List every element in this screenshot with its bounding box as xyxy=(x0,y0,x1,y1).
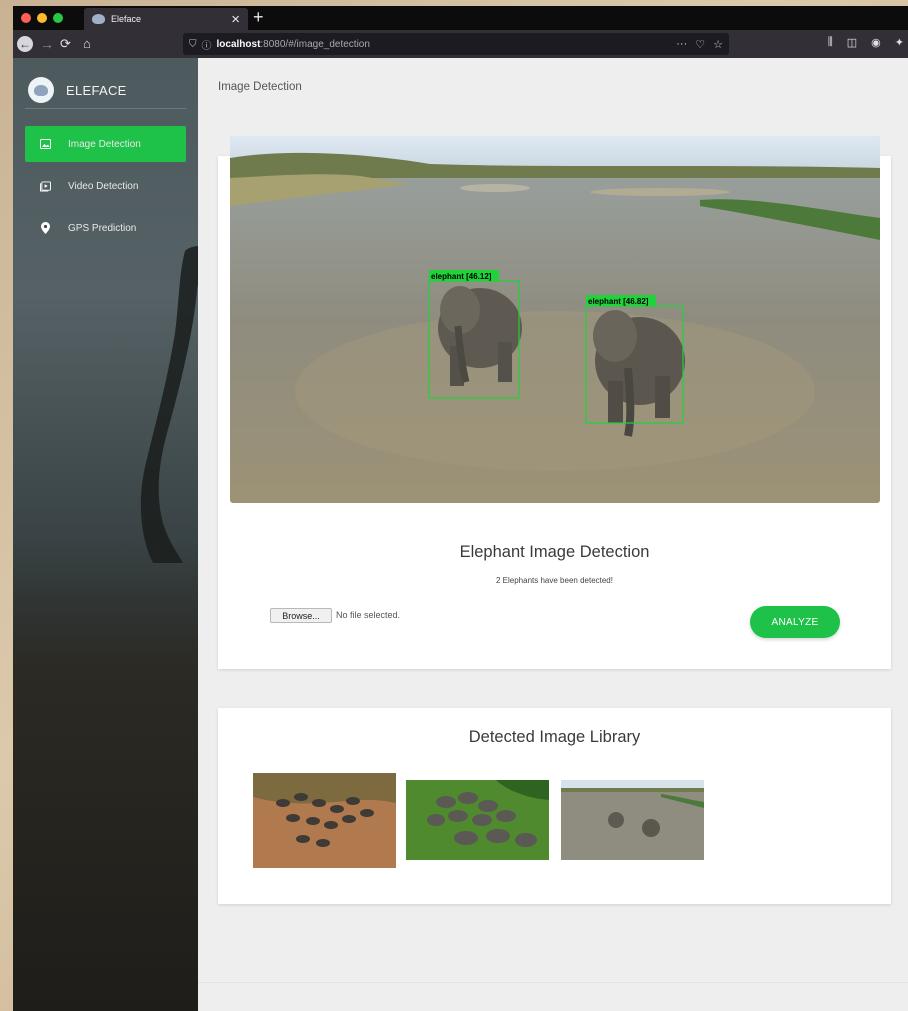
library-image-3[interactable] xyxy=(561,780,704,860)
sidebar-item-label: Image Detection xyxy=(68,138,141,150)
sidebar-nav: Image Detection Video Detection GPS Pred… xyxy=(13,126,198,246)
sidebar-divider xyxy=(25,108,186,109)
image-icon xyxy=(40,139,51,150)
analyze-button[interactable]: ANALYZE xyxy=(750,606,840,638)
brand[interactable]: ELEFACE xyxy=(13,58,198,108)
browse-file-button[interactable]: Browse... xyxy=(270,608,332,623)
page-actions-icon[interactable]: ··· xyxy=(676,38,687,51)
browser-tab[interactable]: Eleface × xyxy=(84,8,248,30)
sidebar-item-label: GPS Prediction xyxy=(68,222,137,234)
url-host: localhost xyxy=(216,38,261,50)
main-content: Image Detection Elephant Image Detection… xyxy=(198,58,908,1011)
new-tab-button[interactable]: + xyxy=(253,7,264,27)
browser-window: Eleface × + ← → ⟳ ⌂ ⛉ ⓘ localhost :8080/… xyxy=(13,6,908,1011)
tab-title: Eleface xyxy=(111,14,142,24)
url-path: :8080/#/image_detection xyxy=(260,38,370,50)
shield-icon[interactable]: ⛉ xyxy=(189,39,197,50)
reload-icon[interactable]: ⟳ xyxy=(60,35,71,53)
sidebar-item-video-detection[interactable]: Video Detection xyxy=(25,168,186,204)
image-library-card: Detected Image Library xyxy=(218,708,891,904)
home-icon[interactable]: ⌂ xyxy=(83,35,91,53)
extension-icon[interactable]: ✦ xyxy=(895,36,904,49)
pocket-icon[interactable]: ♡ xyxy=(695,38,705,51)
library-image-2[interactable] xyxy=(406,780,549,860)
page-title: Image Detection xyxy=(218,81,302,93)
detection-label-1: elephant [46.12] xyxy=(431,272,492,281)
elephant-logo-icon xyxy=(28,77,54,103)
toolbar-right: ⫼ ◫ ◉ ✦ xyxy=(828,36,904,49)
account-icon[interactable]: ◉ xyxy=(871,36,881,49)
sidebar: ELEFACE Image Detection Video Detection xyxy=(13,58,198,1011)
back-arrow-icon[interactable]: ← xyxy=(17,36,33,52)
video-icon xyxy=(40,180,51,192)
sidebar-item-label: Video Detection xyxy=(68,180,139,192)
tab-strip: Eleface × + xyxy=(13,6,908,30)
app-body: ELEFACE Image Detection Video Detection xyxy=(13,58,908,1011)
location-pin-icon xyxy=(40,222,51,234)
minimize-window-button[interactable] xyxy=(37,13,47,23)
maximize-window-button[interactable] xyxy=(53,13,63,23)
forward-arrow-icon[interactable]: → xyxy=(40,35,54,53)
sidebar-item-gps-prediction[interactable]: GPS Prediction xyxy=(25,210,186,246)
detection-result-image: elephant [46.12] elephant [46.82] xyxy=(230,136,880,503)
bookmark-star-icon[interactable]: ☆ xyxy=(713,38,723,51)
info-icon[interactable]: ⓘ xyxy=(202,37,212,52)
detection-label-2: elephant [46.82] xyxy=(588,297,649,306)
url-bar[interactable]: ⛉ ⓘ localhost :8080/#/image_detection ··… xyxy=(183,33,729,55)
window-controls xyxy=(21,13,63,23)
footer-divider xyxy=(198,982,908,983)
tab-close-icon[interactable]: × xyxy=(231,12,240,27)
library-title: Detected Image Library xyxy=(468,728,641,746)
library-icon[interactable]: ⫼ xyxy=(828,36,833,49)
detection-result-text: 2 Elephants have been detected! xyxy=(496,576,613,585)
ostrich-silhouette-image xyxy=(140,246,198,563)
library-image-1[interactable] xyxy=(253,773,396,868)
close-window-button[interactable] xyxy=(21,13,31,23)
navigation-bar: ← → ⟳ ⌂ ⛉ ⓘ localhost :8080/#/image_dete… xyxy=(13,30,908,58)
elephant-favicon-icon xyxy=(92,14,105,24)
brand-name: ELEFACE xyxy=(66,82,127,98)
sidebar-toggle-icon[interactable]: ◫ xyxy=(847,36,857,49)
detection-title: Elephant Image Detection xyxy=(459,543,650,561)
file-status-text: No file selected. xyxy=(336,610,401,620)
sidebar-item-image-detection[interactable]: Image Detection xyxy=(25,126,186,162)
